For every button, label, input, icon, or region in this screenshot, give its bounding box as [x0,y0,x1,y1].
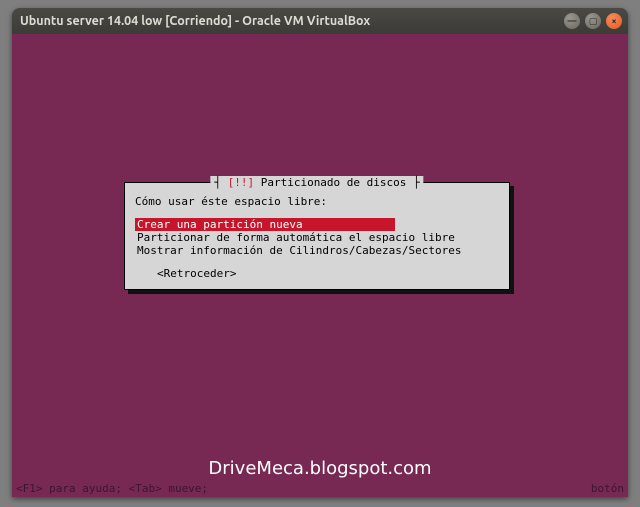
menu-item-create-partition[interactable]: Crear una partición nueva [135,218,395,231]
window-title: Ubuntu server 14.04 low [Corriendo] - Or… [20,14,559,28]
minimize-icon[interactable]: — [564,13,580,29]
help-bar-right: botón [591,482,624,495]
dialog-bang: [!!] [228,176,255,189]
close-icon[interactable]: × [606,13,622,29]
dialog-dash-left: ┤ [214,176,227,189]
maximize-icon[interactable]: ▢ [585,13,601,29]
dialog-dash-right: ├ [413,176,420,189]
back-button[interactable]: <Retroceder> [157,267,501,280]
dialog-header: ┤ [!!] Particionado de discos ├ [210,176,423,189]
watermark-text: DriveMeca.blogspot.com [12,458,628,479]
vm-window: Ubuntu server 14.04 low [Corriendo] - Or… [12,8,628,497]
menu-item-auto-partition[interactable]: Particionar de forma automática el espac… [135,231,457,244]
dialog-prompt: Cómo usar éste espacio libre: [135,195,499,208]
menu-item-show-chs[interactable]: Mostrar información de Cilindros/Cabezas… [135,244,464,257]
vm-framebuffer[interactable]: ┤ [!!] Particionado de discos ├ Cómo usa… [12,34,628,497]
titlebar[interactable]: Ubuntu server 14.04 low [Corriendo] - Or… [12,8,628,34]
help-bar: <F1> para ayuda; <Tab> mueve; botón [12,482,628,495]
dialog-menu: Crear una partición nueva Particionar de… [135,218,499,257]
partition-dialog: ┤ [!!] Particionado de discos ├ Cómo usa… [124,182,510,290]
dialog-title: Particionado de discos [254,176,413,189]
help-bar-left: <F1> para ayuda; <Tab> mueve; [16,482,591,495]
